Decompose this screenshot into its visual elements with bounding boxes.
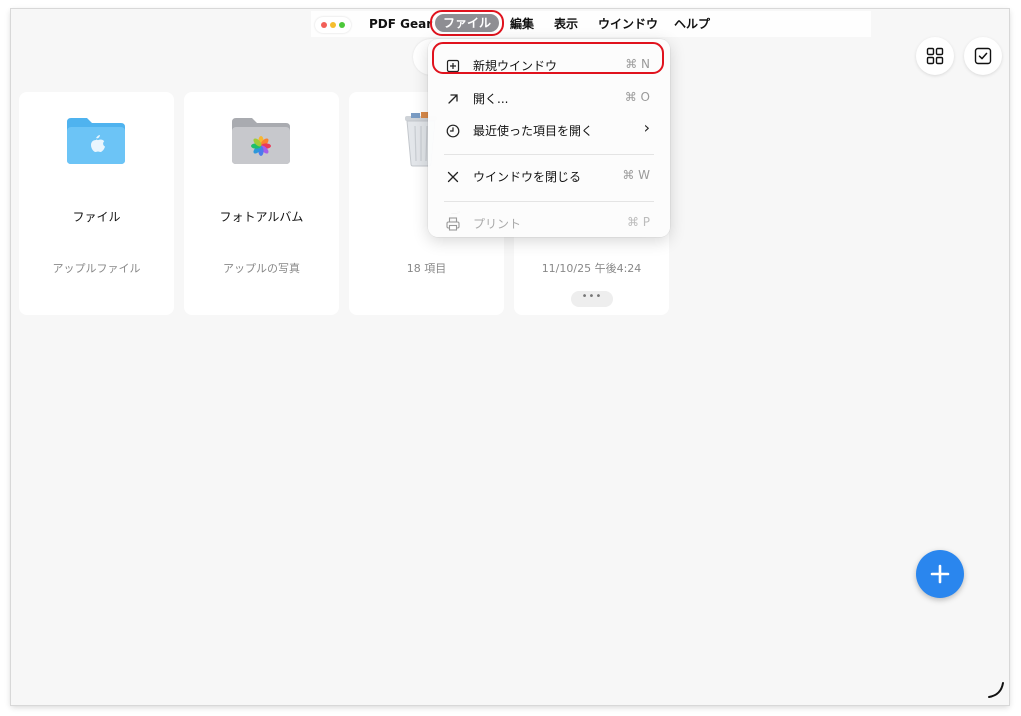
plus-icon [930,564,950,584]
menu-item-open[interactable]: 開く... ⌘ O [428,86,670,112]
menu-item-open-recent[interactable]: 最近使った項目を開く › [428,118,670,144]
close-dot-icon[interactable] [321,22,327,28]
blue-folder-icon [67,118,125,164]
checkbox-icon [974,47,992,65]
more-button[interactable]: ••• [571,291,613,307]
window-controls[interactable] [315,17,351,33]
menu-item-label: ウインドウを閉じる [473,170,582,184]
card-subtitle: アップルファイル [52,262,141,275]
card-files[interactable]: ファイル アップルファイル [19,92,174,315]
photos-folder-icon [232,118,290,164]
app-name-menu[interactable]: PDF Gear [369,15,432,33]
select-button[interactable] [964,37,1002,75]
card-photos[interactable]: フォトアルバム アップルの写真 [184,92,339,315]
minimize-dot-icon[interactable] [330,22,336,28]
menu-item-shortcut: ⌘ O [624,90,650,104]
close-icon [447,171,459,183]
card-subtitle: 11/10/25 午後4:24 [541,262,642,275]
menu-item-shortcut: ⌘ P [626,215,650,229]
new-window-highlight [432,42,664,74]
card-title: フォトアルバム [219,210,304,224]
grid-icon [926,47,944,65]
card-title: ファイル [72,210,121,224]
menu-separator [444,154,654,155]
menu-item-print[interactable]: プリント ⌘ P [428,211,670,237]
file-menu-highlight [430,10,504,36]
window-menu[interactable]: ウインドウ [598,15,658,33]
clock-icon [446,124,460,138]
menu-item-label: プリント [473,217,522,231]
menu-item-close-window[interactable]: ウインドウを閉じる ⌘ W [428,164,670,190]
card-subtitle: 18 項目 [406,262,447,275]
app-window: PDF Gear ファイル 編集 表示 ウインドウ ヘルプ ファイル アップルフ… [11,9,1009,705]
open-arrow-icon [448,94,458,104]
zoom-dot-icon[interactable] [339,22,345,28]
edit-menu[interactable]: 編集 [510,15,534,33]
menu-item-shortcut: ⌘ W [622,168,650,182]
menu-item-label: 開く... [473,92,509,106]
chevron-right-icon: › [643,118,650,137]
menu-item-label: 最近使った項目を開く [473,124,594,138]
help-menu[interactable]: ヘルプ [674,15,710,33]
printer-icon [446,217,460,231]
menu-separator [444,201,654,202]
grid-view-button[interactable] [916,37,954,75]
view-menu[interactable]: 表示 [554,15,578,33]
resize-handle-icon[interactable] [987,681,1005,699]
card-subtitle: アップルの写真 [223,262,300,275]
add-button[interactable] [916,550,964,598]
